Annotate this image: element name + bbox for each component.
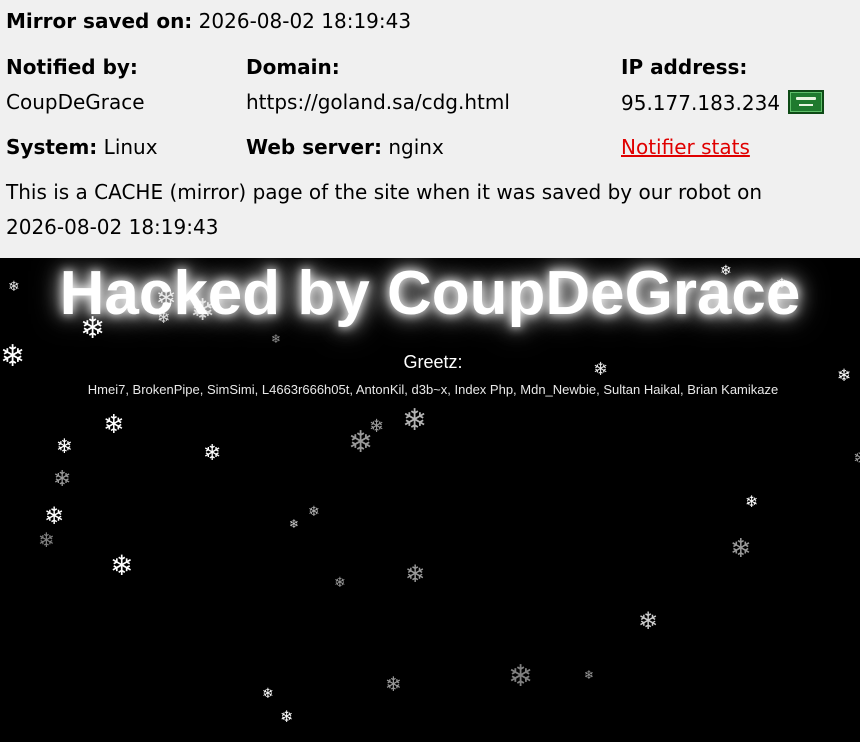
notified-by-label: Notified by: <box>6 55 138 79</box>
snowflake-icon: ❄ <box>38 528 55 552</box>
snowflake-icon: ❄ <box>405 560 426 588</box>
domain-label: Domain: <box>246 55 340 79</box>
webserver-line: Web server: nginx <box>246 135 444 159</box>
snowflake-icon: ❄ <box>638 607 659 635</box>
system-label: System: <box>6 135 98 159</box>
snowflake-icon: ❄ <box>308 504 320 520</box>
snowflake-icon: ❄ <box>110 549 134 582</box>
webserver-label: Web server: <box>246 135 382 159</box>
mirror-saved-label: Mirror saved on: <box>6 9 193 33</box>
domain-value: https://goland.sa/cdg.html <box>246 90 510 114</box>
hacked-by-headline: Hacked by CoupDeGrace <box>59 259 801 328</box>
snowflake-icon: ❄ <box>44 502 65 530</box>
ip-address-value: 95.177.183.234 <box>621 91 781 115</box>
snowflake-icon: ❄ <box>56 434 73 458</box>
greetz-list: Hmei7, BrokenPipe, SimSimi, L4663r666h05… <box>87 382 779 397</box>
snowflake-icon: ❄ <box>730 534 752 564</box>
snowflake-icon: ❄ <box>271 332 282 346</box>
snowflake-icon: ❄ <box>203 441 222 466</box>
notified-by-value: CoupDeGrace <box>6 90 145 114</box>
snowflake-icon: ❄ <box>385 672 402 696</box>
ip-address-label: IP address: <box>621 55 748 79</box>
webserver-value: nginx <box>388 135 444 159</box>
cache-notice-line2: 2026-08-02 18:19:43 <box>6 215 219 239</box>
snowflake-icon: ❄ <box>369 416 385 437</box>
snowflake-icon: ❄ <box>334 575 346 591</box>
system-value: Linux <box>103 135 158 159</box>
snowflake-icon: ❄ <box>402 403 428 438</box>
mirror-saved-line: Mirror saved on: 2026-08-02 18:19:43 <box>6 9 411 33</box>
snowflake-icon: ❄ <box>262 686 274 702</box>
snowflake-icon: ❄ <box>584 668 595 682</box>
snowflake-icon: ❄ <box>103 410 125 440</box>
system-line: System: Linux <box>6 135 158 159</box>
snowflake-icon: ❄ <box>53 467 72 492</box>
ip-address-row: 95.177.183.234 <box>621 90 825 115</box>
snowflake-icon: ❄ <box>280 707 294 726</box>
mirror-info-header: Mirror saved on: 2026-08-02 18:19:43 Not… <box>0 0 860 258</box>
snowflake-icon: ❄ <box>289 517 300 531</box>
cache-notice-line1: This is a CACHE (mirror) page of the sit… <box>6 180 763 204</box>
snowflake-icon: ❄ <box>745 492 759 511</box>
snowflake-icon: ❄ <box>853 450 860 468</box>
mirror-saved-value: 2026-08-02 18:19:43 <box>198 9 412 33</box>
defacement-stage: ❄ ❄ ❄ ❄ ❄ ❄ ❄ ❄ ❄ ❄ ❄ ❄ ❄ ❄ ❄ ❄ ❄ ❄ ❄ ❄ … <box>0 258 860 742</box>
notifier-stats-link[interactable]: Notifier stats <box>621 135 750 159</box>
saudi-arabia-flag-icon <box>788 90 825 114</box>
snowflake-icon: ❄ <box>508 659 534 694</box>
greetz-label: Greetz: <box>403 352 463 372</box>
